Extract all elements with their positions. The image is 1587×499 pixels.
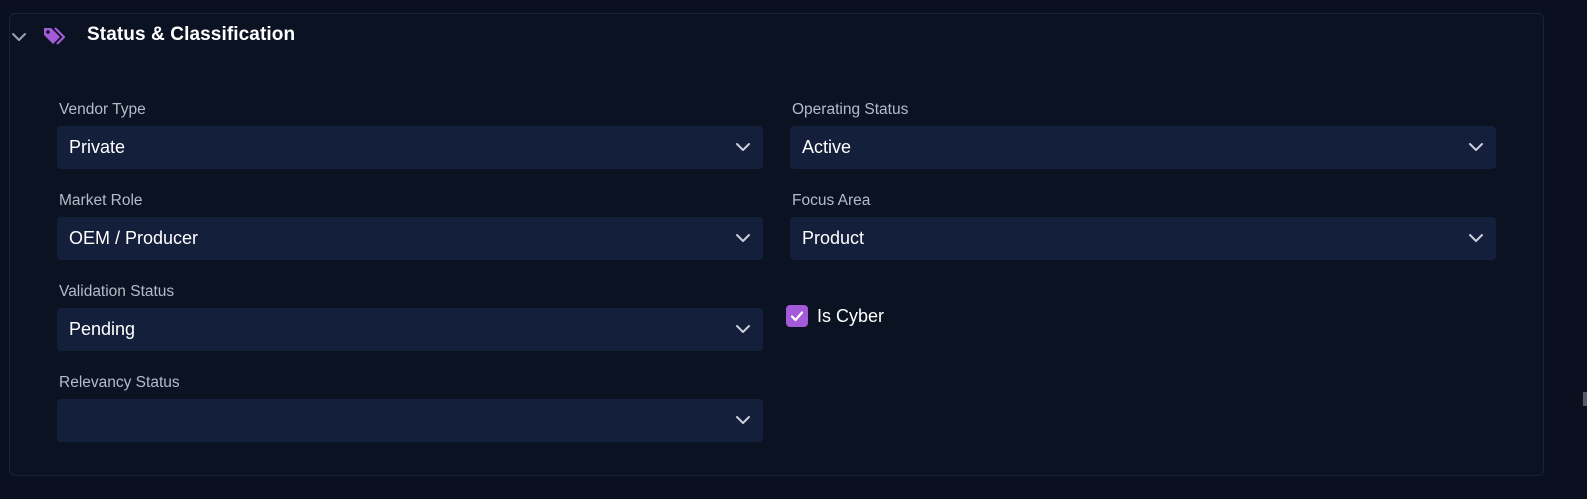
scrollbar-thumb[interactable] bbox=[1583, 392, 1587, 406]
is-cyber-checkbox[interactable] bbox=[786, 305, 808, 327]
chevron-down-icon bbox=[736, 143, 750, 151]
is-cyber-label: Is Cyber bbox=[817, 306, 885, 326]
focus-area-label: Focus Area bbox=[792, 192, 871, 209]
chevron-down-icon bbox=[1469, 143, 1483, 151]
vendor-type-label: Vendor Type bbox=[59, 101, 146, 118]
scrollbar-track[interactable] bbox=[1565, 0, 1587, 499]
validation-status-select[interactable]: Pending bbox=[57, 308, 763, 351]
chevron-down-icon bbox=[1469, 234, 1483, 242]
chevron-down-icon bbox=[736, 234, 750, 242]
validation-status-label: Validation Status bbox=[59, 283, 175, 300]
collapse-chevron-icon[interactable] bbox=[10, 28, 28, 46]
section-header[interactable]: Status & Classification bbox=[10, 14, 1543, 60]
relevancy-status-select[interactable] bbox=[57, 399, 763, 442]
vendor-type-select[interactable]: Private bbox=[57, 126, 763, 169]
market-role-select[interactable]: OEM / Producer bbox=[57, 217, 763, 260]
market-role-label: Market Role bbox=[59, 192, 143, 209]
section-title: Status & Classification bbox=[87, 24, 296, 45]
operating-status-value: Active bbox=[802, 137, 852, 157]
operating-status-select[interactable]: Active bbox=[790, 126, 1496, 169]
operating-status-label: Operating Status bbox=[792, 101, 909, 118]
validation-status-value: Pending bbox=[69, 319, 136, 339]
check-icon bbox=[790, 311, 804, 322]
market-role-value: OEM / Producer bbox=[69, 228, 199, 248]
chevron-down-icon bbox=[736, 416, 750, 424]
vendor-type-value: Private bbox=[69, 137, 126, 157]
relevancy-status-label: Relevancy Status bbox=[59, 374, 180, 391]
chevron-down-icon bbox=[736, 325, 750, 333]
tags-icon bbox=[44, 27, 66, 45]
focus-area-value: Product bbox=[802, 228, 865, 248]
focus-area-select[interactable]: Product bbox=[790, 217, 1496, 260]
